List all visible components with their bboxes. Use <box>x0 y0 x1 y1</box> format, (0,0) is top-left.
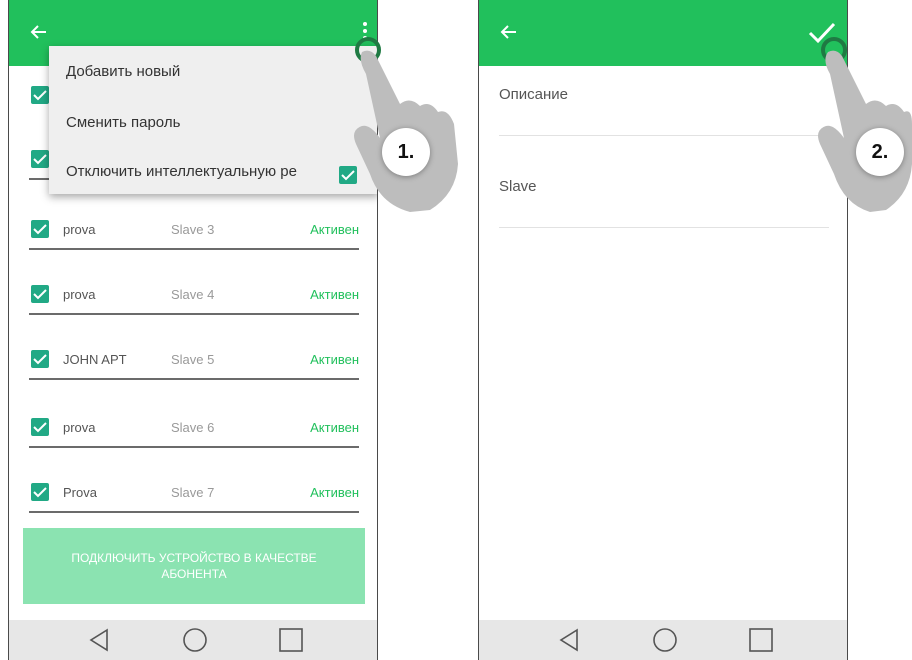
table-row[interactable]: prova Slave 3 Активен <box>29 220 359 250</box>
system-nav-bar <box>9 620 377 660</box>
menu-item-add-new[interactable]: Добавить новый <box>66 63 180 80</box>
description-field[interactable]: Описание <box>499 86 829 136</box>
device-type: Slave 5 <box>171 352 215 367</box>
back-arrow-icon[interactable] <box>495 18 523 46</box>
step-2-badge: 2. <box>856 128 904 176</box>
step-1-badge: 1. <box>382 128 430 176</box>
nav-recents-icon[interactable] <box>277 626 305 654</box>
screenshot: prova Slave 3 Активен prova Slave 4 Акти… <box>0 0 912 660</box>
checkbox[interactable] <box>31 483 49 501</box>
step-2-label: 2. <box>871 140 889 163</box>
slave-field[interactable]: Slave <box>499 178 829 228</box>
device-name: prova <box>63 222 96 237</box>
slave-field-label: Slave <box>499 178 537 195</box>
nav-back-icon[interactable] <box>85 626 113 654</box>
status-badge: Активен <box>310 287 359 302</box>
table-row[interactable]: Prova Slave 7 Активен <box>29 483 359 513</box>
menu-item-disable-smart[interactable]: Отключить интеллектуальную ре <box>66 163 330 180</box>
step-1-label: 1. <box>397 140 415 163</box>
status-badge: Активен <box>310 222 359 237</box>
device-type: Slave 4 <box>171 287 215 302</box>
right-phone-screen: Описание Slave <box>478 0 848 660</box>
pointing-hand-icon <box>818 37 912 213</box>
device-type: Slave 3 <box>171 222 215 237</box>
checkbox[interactable] <box>31 86 49 104</box>
back-arrow-icon[interactable] <box>25 18 53 46</box>
checkbox[interactable] <box>31 285 49 303</box>
menu-item-change-password[interactable]: Сменить пароль <box>66 114 180 131</box>
device-name: JOHN APT <box>63 352 127 367</box>
connect-as-subscriber-button[interactable]: ПОДКЛЮЧИТЬ УСТРОЙСТВО В КАЧЕСТВЕ АБОНЕНТ… <box>23 528 365 604</box>
checkbox[interactable] <box>31 150 49 168</box>
device-type: Slave 7 <box>171 485 215 500</box>
nav-home-icon[interactable] <box>181 626 209 654</box>
system-nav-bar <box>479 620 847 660</box>
checkbox[interactable] <box>31 418 49 436</box>
status-badge: Активен <box>310 352 359 367</box>
device-type: Slave 6 <box>171 420 215 435</box>
checkbox[interactable] <box>31 220 49 238</box>
description-field-label: Описание <box>499 86 569 103</box>
left-phone-screen: prova Slave 3 Активен prova Slave 4 Акти… <box>8 0 378 660</box>
connect-button-label: ПОДКЛЮЧИТЬ УСТРОЙСТВО В КАЧЕСТВЕ АБОНЕНТ… <box>71 551 317 581</box>
table-row[interactable]: prova Slave 6 Активен <box>29 418 359 448</box>
device-name: Prova <box>63 485 97 500</box>
app-bar <box>479 0 847 66</box>
status-badge: Активен <box>310 420 359 435</box>
table-row[interactable]: JOHN APT Slave 5 Активен <box>29 350 359 380</box>
device-name: prova <box>63 287 96 302</box>
nav-back-icon[interactable] <box>555 626 583 654</box>
device-name: prova <box>63 420 96 435</box>
table-row[interactable]: prova Slave 4 Активен <box>29 285 359 315</box>
pointing-hand-icon <box>354 37 458 213</box>
overflow-menu: Добавить новый Сменить пароль Отключить … <box>49 46 377 194</box>
nav-recents-icon[interactable] <box>747 626 775 654</box>
checkbox[interactable] <box>31 350 49 368</box>
status-badge: Активен <box>310 485 359 500</box>
nav-home-icon[interactable] <box>651 626 679 654</box>
